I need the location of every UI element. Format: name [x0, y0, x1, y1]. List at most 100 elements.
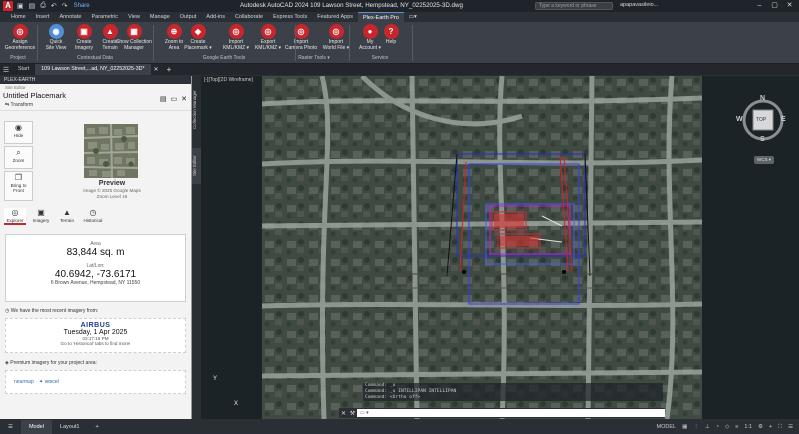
hide-button[interactable]: ◉ Hide: [4, 121, 33, 144]
command-input[interactable]: ▭ ▾: [357, 409, 665, 417]
bring-to-front-label: Bring to Front: [10, 183, 27, 193]
tab-layout1[interactable]: Layout1: [52, 420, 88, 434]
import-kml-icon: ◎: [228, 24, 244, 39]
wcs-menu[interactable]: WCS ▾: [754, 156, 775, 164]
compass-s[interactable]: S: [760, 136, 765, 143]
minimize-icon[interactable]: –: [752, 0, 767, 12]
close-tab-icon[interactable]: ✕: [151, 66, 162, 73]
open-icon[interactable]: ▣: [17, 2, 24, 10]
gear-icon[interactable]: ⚙: [758, 424, 763, 430]
command-history: Command: _u Command: _u INTELLIPAN INTEL…: [363, 383, 663, 401]
ribbon-tab[interactable]: Add-ins: [201, 12, 230, 22]
tab-drawing[interactable]: 109 Lawson Street,...ad, NY_02252025-3D*: [35, 64, 151, 75]
snap-icon[interactable]: ⋮: [693, 424, 699, 430]
compass-e[interactable]: E: [781, 116, 786, 123]
ribbon-tab[interactable]: Home: [6, 12, 31, 22]
recent-imagery-card[interactable]: AIRBUS Tuesday, 1 Apr 2025 03:17:16 PM G…: [5, 318, 186, 353]
satellite-basemap[interactable]: [211, 76, 703, 419]
ribbon-tab[interactable]: Featured Apps: [312, 12, 358, 22]
ribbon-button[interactable]: ? Help: [373, 24, 409, 46]
lineweight-icon[interactable]: ≡: [735, 424, 738, 430]
tab-site-editor[interactable]: Site Editor: [192, 148, 201, 184]
ortho-icon[interactable]: ⊥: [705, 424, 710, 430]
close-icon[interactable]: ✕: [339, 410, 348, 417]
grid-icon[interactable]: ▦: [682, 424, 687, 430]
ribbon-tab[interactable]: Plex-Earth Pro: [358, 11, 404, 23]
tab-model[interactable]: Model: [20, 420, 52, 434]
ribbon-tab[interactable]: ▭▾: [404, 12, 422, 22]
ribbon-button[interactable]: ◆ Create Placemark ▾: [180, 24, 216, 51]
hamburger-icon[interactable]: ☰: [0, 66, 12, 74]
collection-icon: ▦: [126, 24, 142, 39]
historical-hint: Go to 'Historical' tabs to find more!: [60, 341, 131, 346]
tab-start[interactable]: Start: [12, 64, 35, 75]
redo-icon[interactable]: ↷: [62, 2, 68, 10]
viewcube[interactable]: N S E W TOP: [736, 95, 786, 143]
tab-collection-manager[interactable]: Collection Manager: [192, 80, 201, 140]
ribbon-button-label: Import Camera Photo: [284, 39, 318, 51]
collapse-icon[interactable]: ▭: [171, 95, 178, 103]
ribbon-button[interactable]: ▦ Show Collection Manager: [116, 24, 152, 51]
ribbon-tab[interactable]: Collaborate: [230, 12, 268, 22]
maximize-icon[interactable]: ▢: [767, 0, 782, 12]
ribbon-button[interactable]: ◎ Assign Georeference: [2, 24, 38, 51]
close-icon[interactable]: ✕: [782, 0, 797, 12]
search-input[interactable]: Type a keyword or phrase: [535, 2, 613, 10]
customize-icon[interactable]: ☰: [788, 424, 793, 430]
transform-label: Transform: [10, 102, 34, 108]
ribbon-tab[interactable]: Annotate: [54, 12, 86, 22]
zoom-button[interactable]: ⌕ Zoom: [4, 146, 33, 169]
plus-icon[interactable]: +: [769, 424, 772, 430]
ribbon-tab[interactable]: Express Tools: [268, 12, 312, 22]
plot-icon[interactable]: ⎙: [40, 2, 46, 10]
annotation-scale[interactable]: 1:1: [744, 424, 752, 430]
polar-icon[interactable]: ◔: [716, 424, 719, 430]
undo-icon[interactable]: ↶: [51, 2, 57, 10]
tab-terrain[interactable]: ▲ Terrain: [56, 208, 78, 225]
ribbon-tab[interactable]: Output: [175, 12, 202, 22]
ribbon-button[interactable]: ◎ Export KML/KMZ ▾: [250, 24, 286, 51]
status-tools: MODEL ▦ ⋮ ⊥ ◔ ◇ ≡ 1:1 ⚙ + ⛶ ☰: [657, 420, 793, 434]
compass-n[interactable]: N: [760, 95, 765, 102]
recent-imagery-text: We have the most recent imagery from:: [10, 308, 99, 314]
share-button[interactable]: Share: [74, 3, 90, 9]
ribbon-tab[interactable]: Manage: [145, 12, 175, 22]
site-info-card: Area 83,844 sq. m Lat/Lon: 40.6942, -73.…: [5, 234, 186, 302]
explorer-icon: ◎: [11, 208, 19, 217]
user-account[interactable]: apapavasileio...: [620, 2, 658, 8]
add-layout-icon[interactable]: +: [88, 420, 107, 434]
vexcel-logo[interactable]: ✦ vexcel: [39, 379, 59, 385]
ribbon-tab[interactable]: View: [123, 12, 145, 22]
compass-w[interactable]: W: [736, 116, 743, 123]
tab-imagery[interactable]: ▣ Imagery: [30, 208, 52, 225]
model-space-toggle[interactable]: MODEL: [657, 424, 677, 430]
palette-header: PLEX-EARTH: [0, 76, 191, 84]
ribbon-tab[interactable]: Parametric: [86, 12, 123, 22]
latlon-value[interactable]: 40.6942, -73.6171: [6, 269, 185, 280]
site-editor-label: Site Editor: [5, 85, 26, 90]
wrench-icon[interactable]: ⚒: [348, 410, 357, 417]
close-icon[interactable]: ✕: [181, 95, 187, 103]
bring-to-front-button[interactable]: ❐ Bring to Front: [4, 171, 33, 201]
cube-top-face[interactable]: TOP: [756, 117, 766, 123]
hamburger-icon[interactable]: ☰: [0, 420, 21, 434]
ribbon-button-label: Create Placemark ▾: [184, 39, 212, 51]
ribbon-divider: [295, 25, 296, 61]
new-tab-icon[interactable]: +: [162, 65, 177, 74]
copy-icon[interactable]: ▤: [160, 95, 167, 103]
tab-historical[interactable]: ◷ Historical: [82, 208, 104, 225]
save-icon[interactable]: ▤: [29, 2, 36, 10]
ribbon-button[interactable]: ◎ Import KML/KMZ ▾: [218, 24, 254, 51]
imagery-icon: ▣: [37, 208, 45, 217]
fullscreen-icon[interactable]: ⛶: [778, 424, 782, 431]
nearmap-logo[interactable]: nearmap: [14, 379, 34, 385]
osnap-icon[interactable]: ◇: [725, 424, 729, 430]
ribbon-tab[interactable]: Insert: [31, 12, 55, 22]
tab-explorer[interactable]: ◎ Explorer: [4, 208, 26, 225]
autocad-logo-icon[interactable]: A: [3, 1, 13, 11]
ribbon-button[interactable]: ◎ Import Camera Photo: [283, 24, 319, 51]
premium-imagery-card[interactable]: nearmap ✦ vexcel: [5, 370, 186, 394]
viewport-controls[interactable]: [-][Top][2D Wireframe]: [204, 77, 253, 83]
drawing-viewport[interactable]: [-][Top][2D Wireframe] Y X N S E W TOP W…: [201, 76, 799, 419]
recent-imagery-note: ◷ We have the most recent imagery from:: [5, 308, 98, 314]
